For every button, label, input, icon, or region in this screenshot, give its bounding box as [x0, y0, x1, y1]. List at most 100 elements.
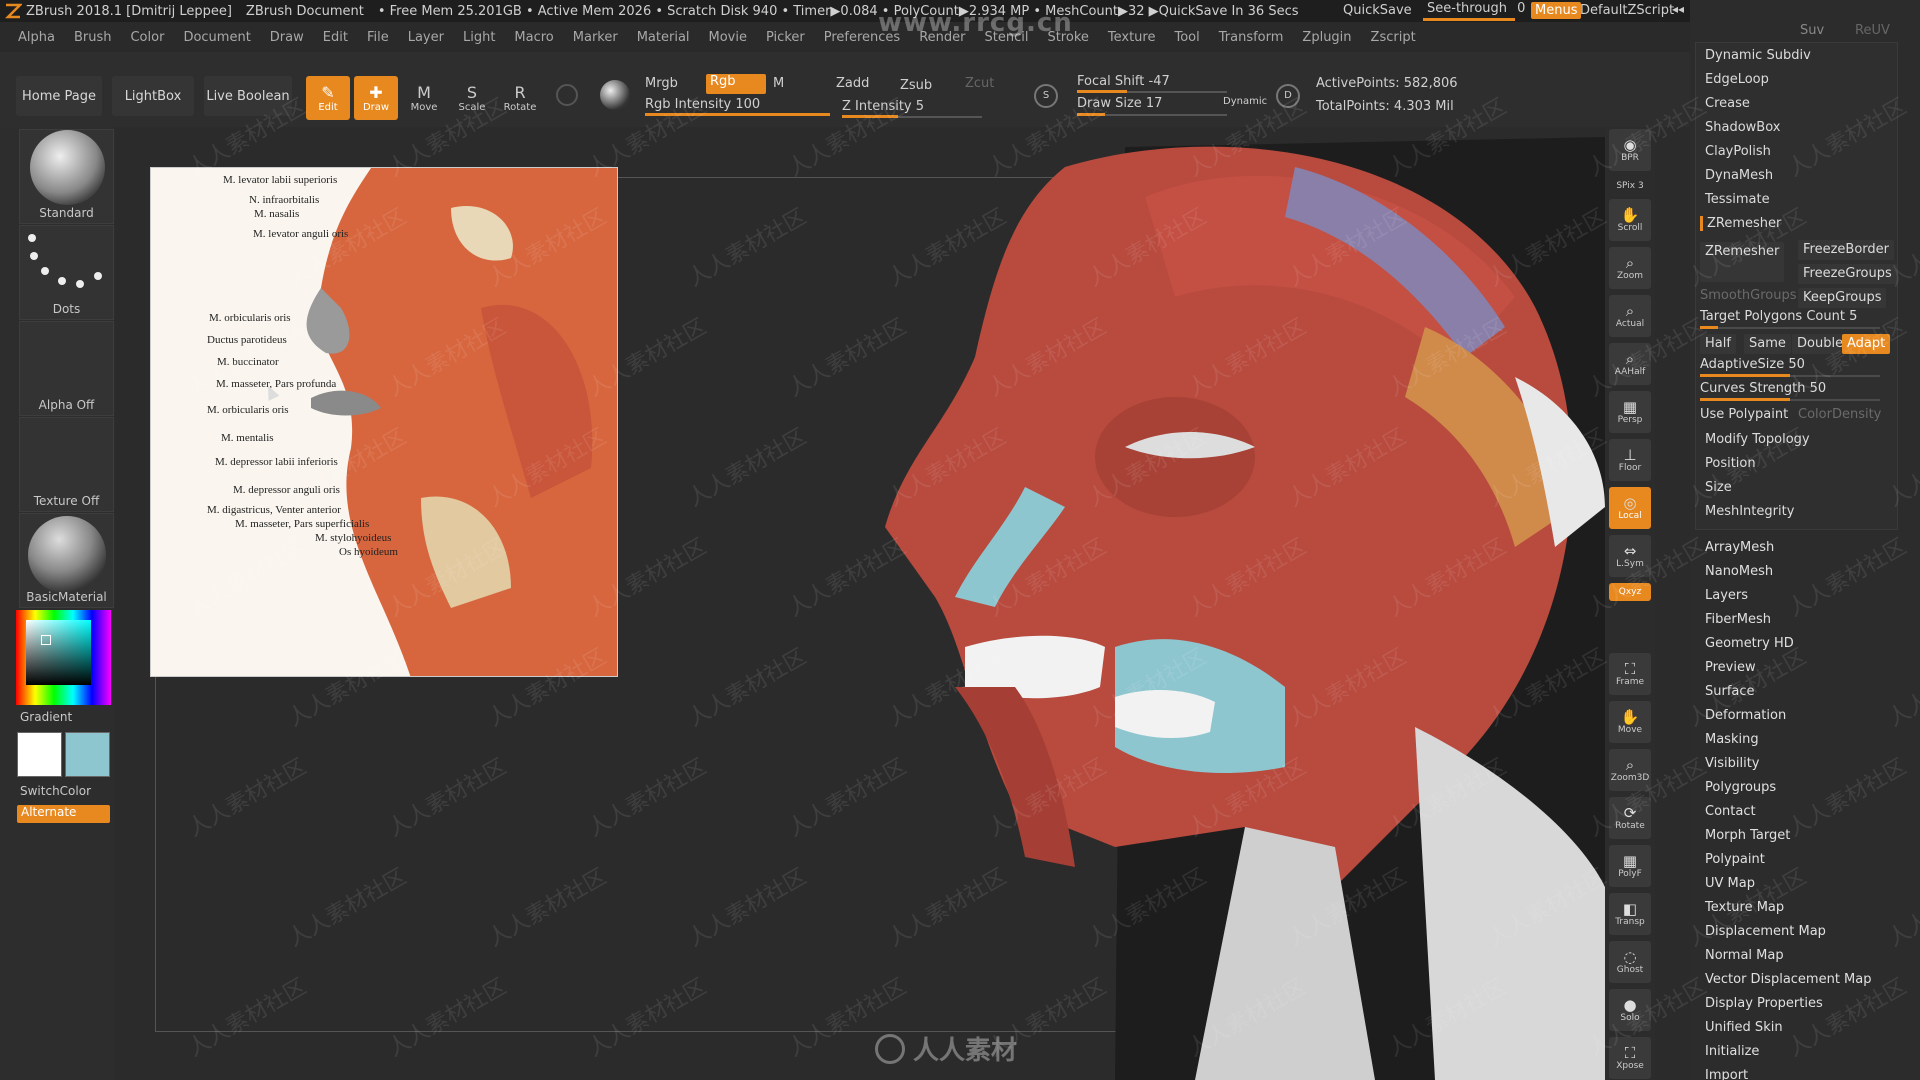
use-polypaint-button[interactable]: Use Polypaint	[1700, 407, 1788, 422]
layout-icon[interactable]: ◂◂	[1672, 2, 1684, 17]
rotate-mode-button[interactable]: R Rotate	[498, 76, 542, 120]
menu-movie[interactable]: Movie	[709, 30, 747, 45]
tool-frame[interactable]: ⛶ Frame	[1609, 653, 1651, 695]
geometry-dynamic-subdiv-button[interactable]: Dynamic Subdiv	[1705, 48, 1811, 63]
move-mode-button[interactable]: M Move	[402, 76, 446, 120]
tool-polygroups-subpalette[interactable]: Polygroups	[1705, 780, 1776, 795]
draw-size-slider[interactable]: Draw Size 17	[1077, 96, 1162, 111]
material-sphere-icon[interactable]	[600, 80, 630, 110]
half-button[interactable]: Half	[1700, 334, 1736, 354]
zadd-button[interactable]: Zadd	[836, 76, 869, 91]
tool-display-properties-subpalette[interactable]: Display Properties	[1705, 996, 1823, 1011]
geometry-dynamesh-button[interactable]: DynaMesh	[1705, 168, 1773, 183]
tool-arraymesh-subpalette[interactable]: ArrayMesh	[1705, 540, 1774, 555]
geometry-edgeloop-button[interactable]: EdgeLoop	[1705, 72, 1769, 87]
menu-document[interactable]: Document	[183, 30, 250, 45]
tool-floor[interactable]: ⊥ Floor	[1609, 439, 1651, 481]
secondary-color-swatch[interactable]	[65, 732, 110, 777]
lightbox-button[interactable]: LightBox	[112, 76, 194, 116]
menu-alpha[interactable]: Alpha	[18, 30, 55, 45]
menus-toggle-button[interactable]: Menus	[1531, 2, 1582, 19]
zcut-button[interactable]: Zcut	[965, 76, 994, 91]
alternate-button[interactable]: Alternate	[17, 805, 110, 823]
curves-strength-slider[interactable]: Curves Strength 50	[1700, 381, 1826, 396]
3d-head-model[interactable]	[815, 127, 1605, 1080]
color-picker-shade[interactable]	[26, 620, 91, 685]
menu-light[interactable]: Light	[463, 30, 495, 45]
keep-groups-button[interactable]: KeepGroups	[1798, 288, 1887, 308]
sphere-toggle-icon[interactable]	[556, 84, 578, 106]
scale-mode-button[interactable]: S Scale	[450, 76, 494, 120]
tool-vector-displacement-map-subpalette[interactable]: Vector Displacement Map	[1705, 972, 1872, 987]
focal-d-icon[interactable]: D	[1276, 84, 1300, 108]
menu-texture[interactable]: Texture	[1108, 30, 1156, 45]
geometry-claypolish-button[interactable]: ClayPolish	[1705, 144, 1771, 159]
adaptive-size-slider[interactable]: AdaptiveSize 50	[1700, 357, 1805, 372]
live-boolean-button[interactable]: Live Boolean	[204, 76, 292, 116]
menu-macro[interactable]: Macro	[514, 30, 553, 45]
canvas-viewport[interactable]: M. levator labii superioris N. infraorbit…	[115, 127, 1605, 1080]
focal-shift-slider[interactable]: Focal Shift -47	[1077, 74, 1170, 89]
edit-mode-button[interactable]: ✎ Edit	[306, 76, 350, 120]
menu-layer[interactable]: Layer	[408, 30, 444, 45]
tool-actual[interactable]: ⌕ Actual	[1609, 295, 1651, 337]
m-button[interactable]: M	[773, 76, 784, 91]
tool-persp[interactable]: ▦ Persp	[1609, 391, 1651, 433]
zremesher-subpalette-header[interactable]: ZRemesher	[1700, 216, 1781, 231]
menu-brush[interactable]: Brush	[74, 30, 112, 45]
tool-l-sym[interactable]: ⇔ L.Sym	[1609, 535, 1651, 577]
geometry-size-button[interactable]: Size	[1705, 480, 1732, 495]
freeze-border-button[interactable]: FreezeBorder	[1798, 240, 1894, 260]
geometry-tessimate-button[interactable]: Tessimate	[1705, 192, 1770, 207]
target-polygons-slider[interactable]: Target Polygons Count 5	[1700, 309, 1857, 324]
tool-aahalf[interactable]: ⌕ AAHalf	[1609, 343, 1651, 385]
tool-move[interactable]: ✋ Move	[1609, 701, 1651, 743]
menu-picker[interactable]: Picker	[766, 30, 805, 45]
tool-surface-subpalette[interactable]: Surface	[1705, 684, 1755, 699]
tool-solo[interactable]: ● Solo	[1609, 989, 1651, 1031]
menu-transform[interactable]: Transform	[1219, 30, 1284, 45]
menu-material[interactable]: Material	[637, 30, 690, 45]
reference-image[interactable]: M. levator labii superioris N. infraorbit…	[150, 167, 618, 677]
tool-layers-subpalette[interactable]: Layers	[1705, 588, 1748, 603]
tool-uv-map-subpalette[interactable]: UV Map	[1705, 876, 1755, 891]
tool-geometry-hd-subpalette[interactable]: Geometry HD	[1705, 636, 1794, 651]
tool-ghost[interactable]: ◌ Ghost	[1609, 941, 1651, 983]
tool-unified-skin-subpalette[interactable]: Unified Skin	[1705, 1020, 1783, 1035]
zsub-button[interactable]: Zsub	[900, 78, 932, 93]
tool-qxyz[interactable]: Qxyz	[1609, 583, 1651, 601]
tool-polyf[interactable]: ▦ PolyF	[1609, 845, 1651, 887]
tool-fibermesh-subpalette[interactable]: FiberMesh	[1705, 612, 1771, 627]
draw-mode-button[interactable]: ✚ Draw	[354, 76, 398, 120]
tool-preview-subpalette[interactable]: Preview	[1705, 660, 1756, 675]
freeze-groups-button[interactable]: FreezeGroups	[1798, 264, 1897, 284]
geometry-meshintegrity-button[interactable]: MeshIntegrity	[1705, 504, 1794, 519]
tool-visibility-subpalette[interactable]: Visibility	[1705, 756, 1759, 771]
tool-morph-target-subpalette[interactable]: Morph Target	[1705, 828, 1790, 843]
curves-strength-track[interactable]	[1700, 398, 1880, 401]
tool-contact-subpalette[interactable]: Contact	[1705, 804, 1756, 819]
color-density-slider[interactable]: ColorDensity	[1798, 407, 1881, 422]
menu-marker[interactable]: Marker	[573, 30, 618, 45]
tool-zoom[interactable]: ⌕ Zoom	[1609, 247, 1651, 289]
adaptive-size-track[interactable]	[1700, 374, 1880, 377]
adapt-button[interactable]: Adapt	[1842, 334, 1891, 354]
geometry-shadowbox-button[interactable]: ShadowBox	[1705, 120, 1780, 135]
focal-s-icon[interactable]: S	[1034, 84, 1058, 108]
same-button[interactable]: Same	[1744, 334, 1791, 354]
home-page-button[interactable]: Home Page	[16, 76, 102, 116]
reuv-button[interactable]: ReUV	[1855, 23, 1890, 38]
dynamic-button[interactable]: Dynamic	[1223, 96, 1267, 107]
tool-initialize-subpalette[interactable]: Initialize	[1705, 1044, 1759, 1059]
tool-polypaint-subpalette[interactable]: Polypaint	[1705, 852, 1765, 867]
geometry-position-button[interactable]: Position	[1705, 456, 1756, 471]
tool-texture-map-subpalette[interactable]: Texture Map	[1705, 900, 1784, 915]
rgb-button[interactable]: Rgb	[706, 74, 766, 94]
rgb-intensity-slider[interactable]: Rgb Intensity 100	[645, 97, 760, 112]
tool-spix-3[interactable]: SPix 3	[1609, 177, 1651, 195]
menu-zscript[interactable]: Zscript	[1371, 30, 1416, 45]
tool-zoom3d[interactable]: ⌕ Zoom3D	[1609, 749, 1651, 791]
tool-displacement-map-subpalette[interactable]: Displacement Map	[1705, 924, 1826, 939]
quicksave-button[interactable]: QuickSave	[1343, 3, 1412, 18]
switch-color-button[interactable]: SwitchColor	[20, 784, 115, 798]
